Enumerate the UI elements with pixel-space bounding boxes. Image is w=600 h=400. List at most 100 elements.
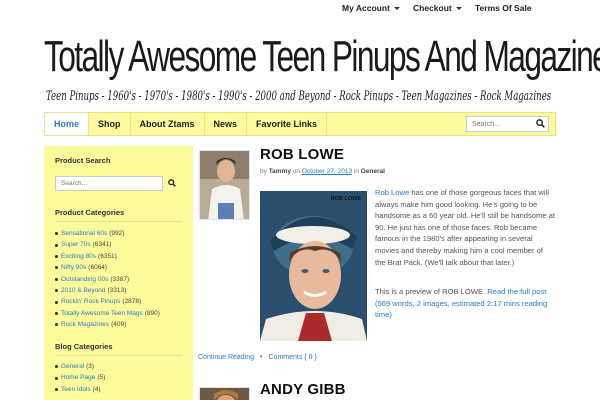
continue-reading-link[interactable]: Continue Reading xyxy=(198,354,254,361)
list-item: 2010 & Beyond (3313) xyxy=(55,285,187,296)
post-thumbnail[interactable] xyxy=(199,387,250,400)
terms-of-sale-link[interactable]: Terms Of Sale xyxy=(475,3,532,13)
bullet-icon xyxy=(55,289,58,293)
image-caption: ROB LOWE xyxy=(330,196,361,202)
list-item: Exciting 80s (6351) xyxy=(55,251,187,262)
list-item: Nifty 90s (6064) xyxy=(55,262,187,273)
preview-text: This is a preview of ROB LOWE. xyxy=(375,287,488,296)
main-navigation: Home Shop About Ztams News Favorite Link… xyxy=(44,112,556,136)
post-title[interactable]: ANDY GIBB xyxy=(260,381,346,398)
list-item: Outstanding 00s (3387) xyxy=(55,274,187,285)
bullet-icon xyxy=(55,376,58,380)
blog-categories-heading: Blog Categories xyxy=(55,342,113,351)
nav-item-home[interactable]: Home xyxy=(45,113,90,135)
bullet-icon xyxy=(55,243,58,247)
post-preview-note: This is a preview of ROB LOWE. Read the … xyxy=(375,286,555,321)
my-account-label: My Account xyxy=(342,3,390,13)
meta-on: on xyxy=(292,168,301,175)
category-count: (3313) xyxy=(107,286,127,294)
rob-lowe-pinup-image xyxy=(260,191,367,341)
category-link[interactable]: Nifty 90s xyxy=(61,262,86,273)
chevron-down-icon xyxy=(455,6,462,10)
checkout-label: Checkout xyxy=(413,3,452,13)
category-link[interactable]: Super 70s xyxy=(61,239,91,250)
divider xyxy=(55,355,182,356)
list-item: Teen Idols (4) xyxy=(55,384,187,395)
list-item: Home Page (5) xyxy=(55,372,187,383)
blog-categories-list: General (3) Home Page (5) Teen Idols (4) xyxy=(55,361,187,395)
bullet-icon xyxy=(55,387,58,391)
bullet-icon xyxy=(55,323,58,327)
separator-dot: • xyxy=(260,354,263,361)
list-item: Totally Awesome Teen Mags (890) xyxy=(55,308,187,319)
search-icon[interactable] xyxy=(536,119,545,128)
nav-item-shop[interactable]: Shop xyxy=(89,113,131,135)
list-item: General (3) xyxy=(55,361,187,372)
bullet-icon xyxy=(55,266,58,270)
terms-label: Terms Of Sale xyxy=(475,3,532,13)
site-tagline: Teen Pinups - 1960's - 1970's - 1980's -… xyxy=(46,89,552,104)
post-category[interactable]: General xyxy=(361,168,385,175)
bullet-icon xyxy=(55,311,58,315)
category-count: (2878) xyxy=(122,298,142,306)
category-link[interactable]: Totally Awesome Teen Mags xyxy=(61,308,143,319)
bullet-icon xyxy=(55,300,58,304)
post-thumbnail[interactable] xyxy=(199,150,250,220)
category-count: (3387) xyxy=(110,275,130,283)
meta-by: by xyxy=(260,168,267,175)
my-account-menu[interactable]: My Account xyxy=(342,3,400,13)
divider xyxy=(55,221,182,222)
list-item: Super 70s (6341) xyxy=(55,239,187,250)
post-featured-image[interactable]: ROB LOWE xyxy=(260,191,367,341)
andy-gibb-thumbnail-image xyxy=(200,388,249,400)
category-link[interactable]: Home Page xyxy=(61,372,95,383)
post-date[interactable]: October 27, 2013 xyxy=(302,168,352,175)
category-count: (6341) xyxy=(92,241,112,249)
category-link[interactable]: Teen Idols xyxy=(61,384,91,395)
category-link[interactable]: 2010 & Beyond xyxy=(61,285,105,296)
category-count: (5) xyxy=(97,374,106,382)
post-title[interactable]: ROB LOWE xyxy=(260,146,344,163)
nav-item-news[interactable]: News xyxy=(205,113,248,135)
post-meta: by Tammy on October 27, 2013 in General xyxy=(260,168,385,175)
category-link[interactable]: Sensational 60s xyxy=(61,228,107,239)
bullet-icon xyxy=(55,365,58,369)
category-count: (992) xyxy=(109,230,125,237)
category-link[interactable]: Rockin' Rock Pinups xyxy=(61,296,120,307)
comments-link[interactable]: Comments { 0 } xyxy=(269,354,317,361)
excerpt-name-link[interactable]: Rob Lowe xyxy=(375,188,409,197)
product-categories-list: Sensational 60s (992) Super 70s (6341) Exc… xyxy=(55,228,187,331)
category-count: (409) xyxy=(111,321,127,329)
product-search-input[interactable] xyxy=(55,176,163,191)
category-count: (3) xyxy=(86,363,95,370)
list-item: Sensational 60s (992) xyxy=(55,228,187,239)
product-search-heading: Product Search xyxy=(55,156,111,165)
bullet-icon xyxy=(55,254,58,258)
site-title[interactable]: Totally Awesome Teen Pinups And Magazine… xyxy=(44,30,600,84)
top-utility-bar: My Account Checkout Terms Of Sale xyxy=(0,0,600,16)
bullet-icon xyxy=(55,232,58,236)
list-item: Rockin' Rock Pinups (2878) xyxy=(55,296,187,307)
post-footer: Continue Reading • Comments { 0 } xyxy=(198,354,317,361)
product-categories-heading: Product Categories xyxy=(55,208,125,217)
sidebar: Product Search Product Categories Sensat… xyxy=(44,146,193,400)
category-link[interactable]: Rock Magazines xyxy=(61,319,109,330)
category-count: (6351) xyxy=(98,252,117,260)
category-count: (6064) xyxy=(88,264,108,272)
post-excerpt: Rob Lowe has one of those gorgeous faces… xyxy=(375,187,555,268)
chevron-down-icon xyxy=(393,6,400,10)
post-author[interactable]: Tammy xyxy=(269,168,291,175)
category-count: (4) xyxy=(92,385,101,393)
category-link[interactable]: Outstanding 00s xyxy=(61,274,108,285)
search-icon[interactable] xyxy=(168,179,176,187)
rob-lowe-thumbnail-image xyxy=(200,151,249,219)
bullet-icon xyxy=(55,277,58,281)
excerpt-text: has one of those gorgeous faces that wil… xyxy=(375,188,556,267)
category-link[interactable]: Exciting 80s xyxy=(61,251,96,262)
nav-item-favorite-links[interactable]: Favorite Links xyxy=(247,113,328,135)
category-count: (890) xyxy=(144,309,160,317)
nav-item-about[interactable]: About Ztams xyxy=(131,113,205,135)
meta-in: in xyxy=(353,168,359,175)
category-link[interactable]: General xyxy=(61,361,84,372)
checkout-menu[interactable]: Checkout xyxy=(413,3,462,13)
